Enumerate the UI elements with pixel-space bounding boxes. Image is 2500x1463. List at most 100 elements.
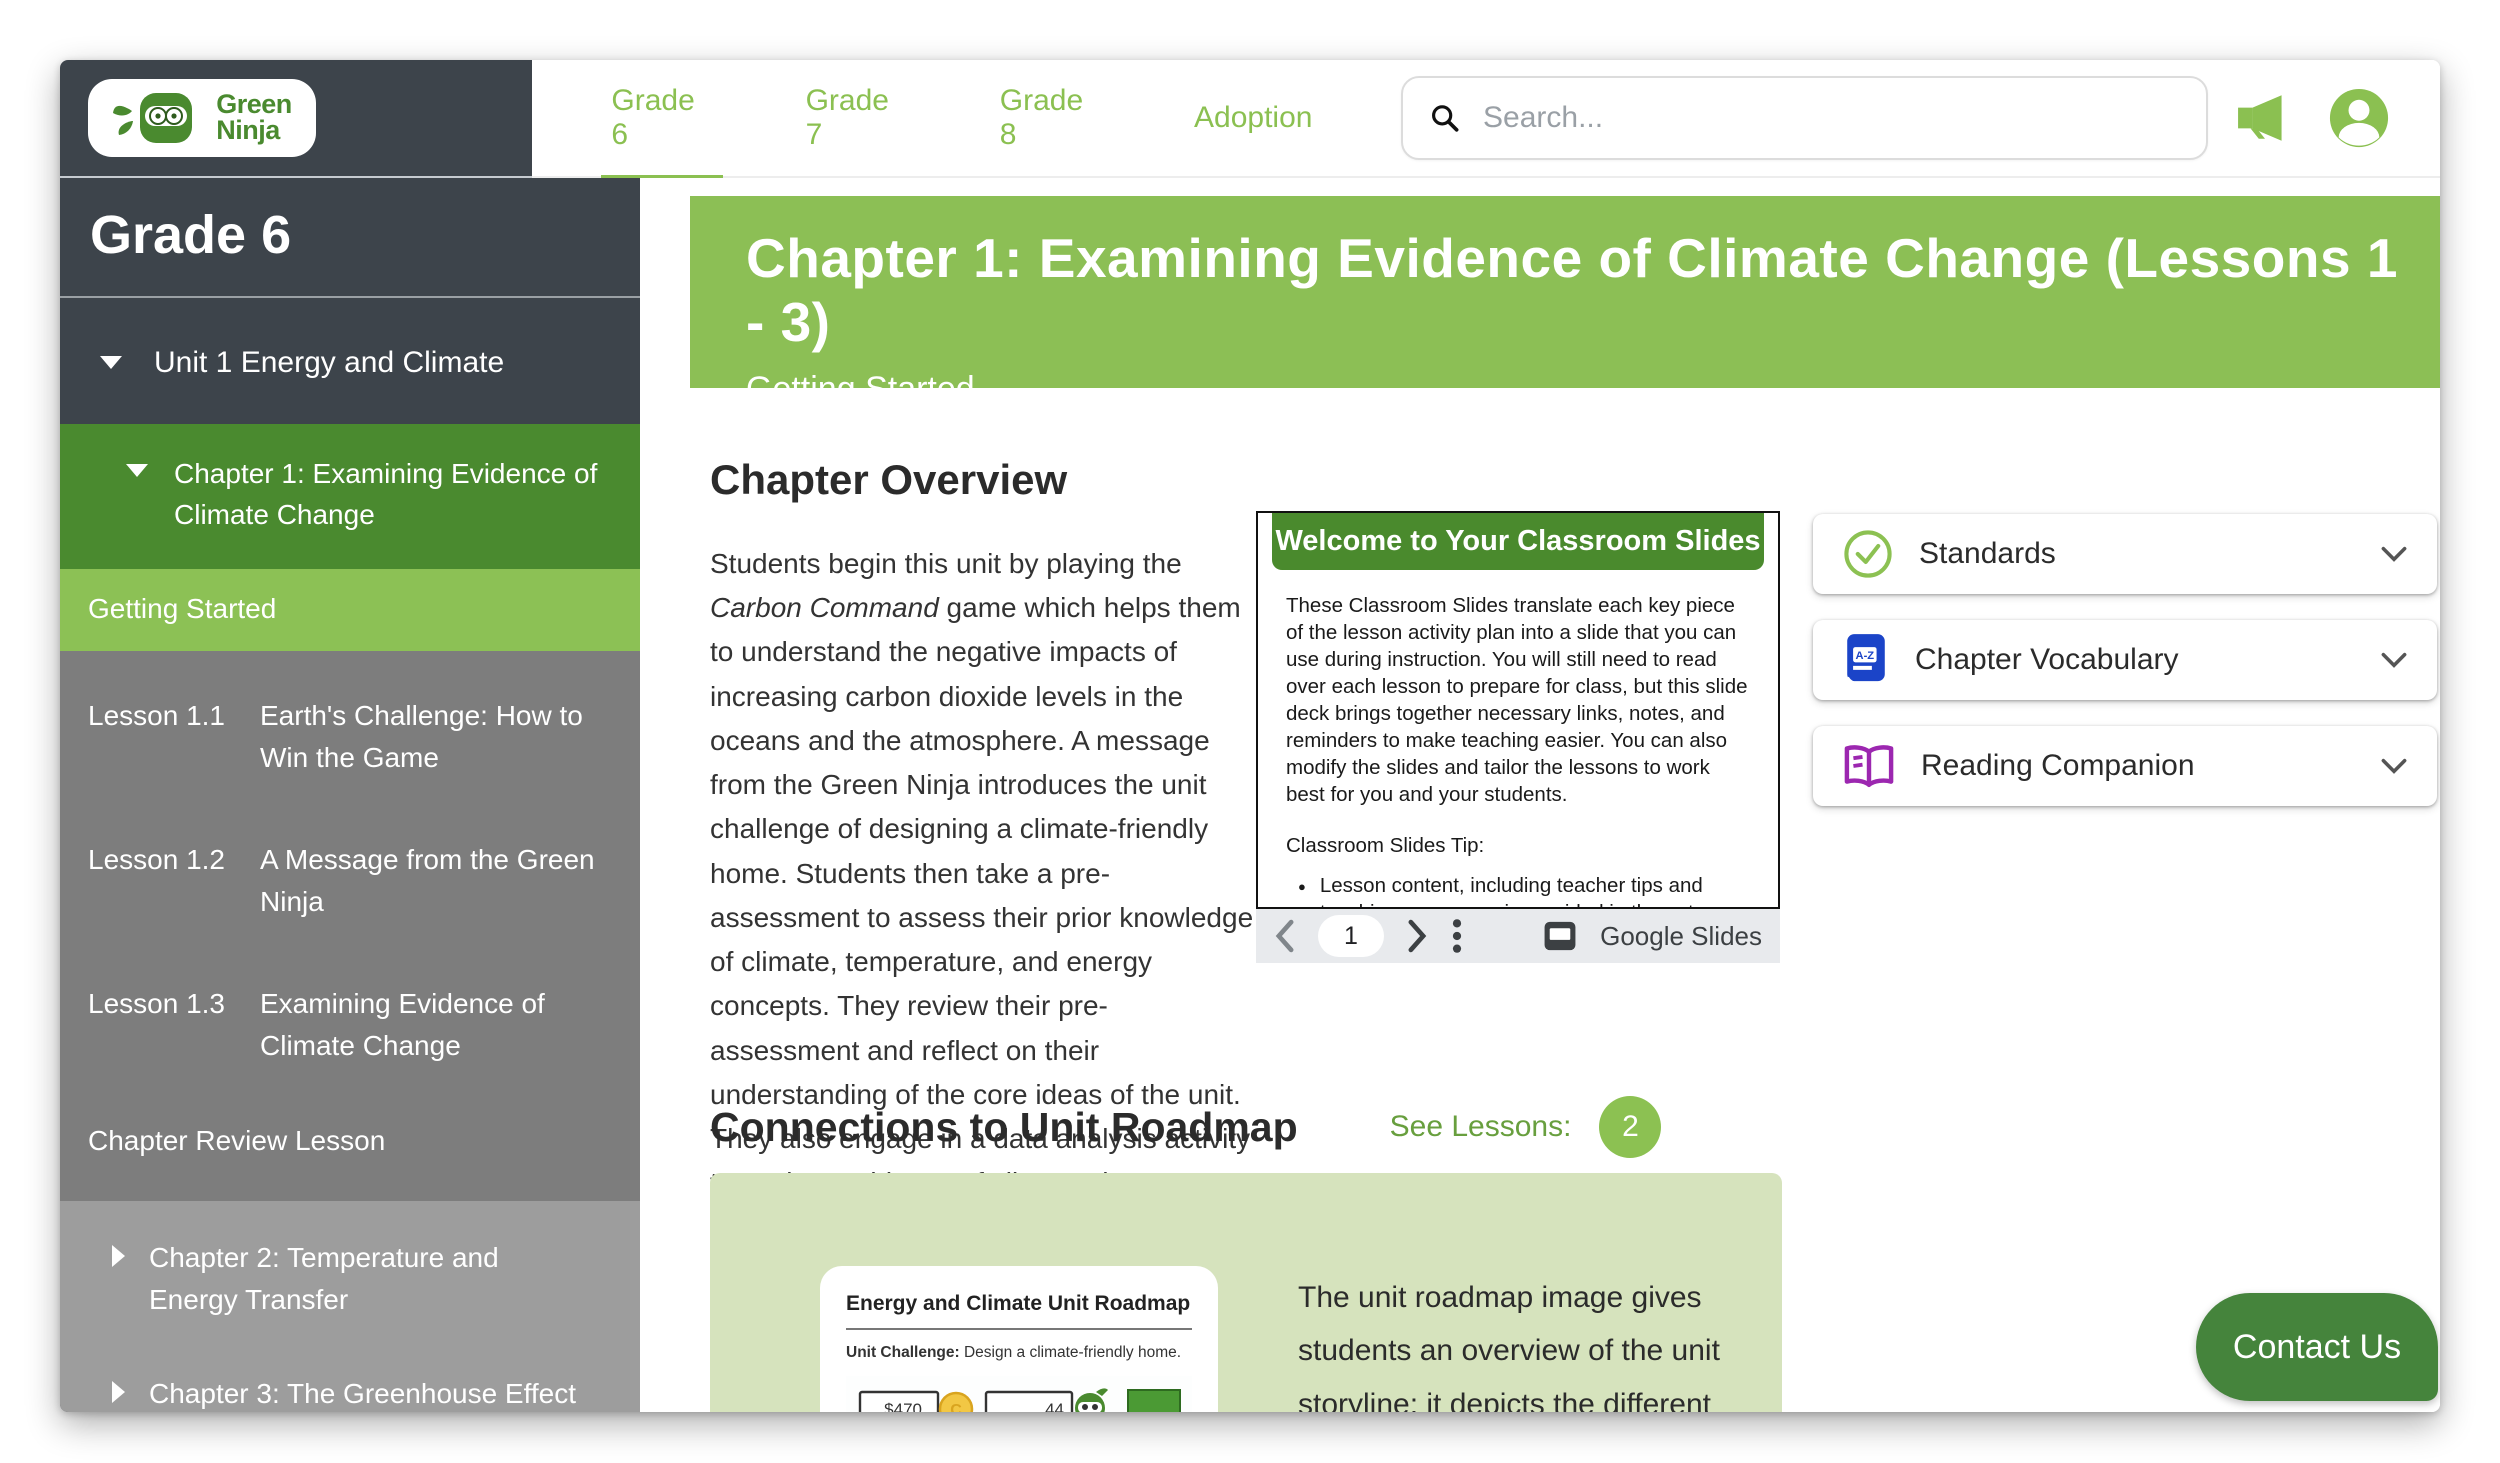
- slide-tip-label: Classroom Slides Tip:: [1258, 808, 1778, 858]
- tab-grade-6[interactable]: Grade 6: [607, 60, 716, 190]
- tab-label: Grade 6: [611, 84, 694, 151]
- google-slides-link[interactable]: Google Slides: [1600, 921, 1762, 952]
- app-window: Green Ninja Grade 6 Grade 7 Grade 8 Adop…: [60, 60, 2440, 1412]
- overview-text: Students begin this unit by playing the: [710, 548, 1182, 579]
- lesson-code: Lesson 1.1: [88, 695, 260, 779]
- previous-slide-icon[interactable]: [1274, 919, 1296, 953]
- challenge-label: Unit Challenge:: [846, 1344, 960, 1361]
- connections-section-header: Connections to Unit Roadmap See Lessons:…: [710, 1096, 1661, 1158]
- accordion-chapter-vocabulary[interactable]: A-Z Chapter Vocabulary: [1813, 620, 2437, 700]
- overview-heading: Chapter Overview: [710, 456, 1255, 504]
- challenge-text: Design a climate-friendly home.: [960, 1344, 1181, 1361]
- divider: [846, 1328, 1192, 1330]
- sidebar-item-lesson-1-1[interactable]: Lesson 1.1 Earth's Challenge: How to Win…: [60, 665, 640, 809]
- account-avatar-icon[interactable]: [2328, 87, 2390, 149]
- slide-bullet-text: Lesson content, including teacher tips a…: [1320, 872, 1752, 909]
- tab-grade-8[interactable]: Grade 8: [996, 60, 1105, 190]
- tab-label: Grade 7: [806, 84, 889, 151]
- roadmap-description: The unit roadmap image gives students an…: [1298, 1271, 1768, 1412]
- chapter-1-label: Chapter 1: Examining Evidence of Climate…: [174, 454, 604, 535]
- accordion-label: Chapter Vocabulary: [1915, 643, 2355, 677]
- announcements-megaphone-icon[interactable]: [2236, 93, 2294, 143]
- slides-control-bar: 1 Google Slides: [1256, 909, 1780, 963]
- open-book-icon: [1843, 743, 1895, 789]
- lesson-list: Lesson 1.1 Earth's Challenge: How to Win…: [60, 651, 640, 1201]
- lesson-title: Earth's Challenge: How to Win the Game: [260, 695, 600, 779]
- sidebar-item-chapter-3[interactable]: Chapter 3: The Greenhouse Effect: [60, 1347, 640, 1412]
- lesson-2-badge[interactable]: 2: [1599, 1096, 1661, 1158]
- next-slide-icon[interactable]: [1406, 919, 1428, 953]
- contact-us-button[interactable]: Contact Us: [2196, 1293, 2438, 1401]
- main-content: Chapter 1: Examining Evidence of Climate…: [640, 178, 2440, 1412]
- svg-text:C: C: [950, 1402, 962, 1412]
- roadmap-title: Energy and Climate Unit Roadmap: [846, 1292, 1192, 1316]
- google-slides-icon: [1542, 918, 1578, 954]
- chapter-label: Chapter 3: The Greenhouse Effect: [149, 1373, 576, 1412]
- main-nav: Grade 6 Grade 7 Grade 8 Adoption: [532, 60, 2440, 178]
- chapter-banner: Chapter 1: Examining Evidence of Climate…: [690, 196, 2440, 388]
- ninja-mascot-icon: [112, 89, 208, 147]
- sidebar-item-lesson-1-2[interactable]: Lesson 1.2 A Message from the Green Ninj…: [60, 809, 640, 953]
- tab-adoption[interactable]: Adoption: [1190, 63, 1316, 173]
- slide-title: Welcome to Your Classroom Slides: [1272, 513, 1764, 570]
- slide-page-number[interactable]: 1: [1318, 915, 1384, 957]
- lesson-code: Lesson 1.3: [88, 983, 260, 1067]
- sidebar-item-unit-1[interactable]: Unit 1 Energy and Climate: [60, 298, 640, 424]
- logo-wordmark: Green Ninja: [216, 92, 292, 143]
- top-icons: [2236, 87, 2400, 149]
- unit-roadmap-illustration: $470 C 44 Carbon Level: GREEN: [846, 1376, 1192, 1412]
- search-box[interactable]: [1401, 76, 2208, 160]
- sidebar: Grade 6 Unit 1 Energy and Climate Chapte…: [60, 178, 640, 1412]
- chevron-down-icon: [2381, 546, 2407, 562]
- page-title: Chapter 1: Examining Evidence of Climate…: [746, 226, 2400, 354]
- search-icon: [1429, 101, 1461, 135]
- lesson-title: Examining Evidence of Climate Change: [260, 983, 600, 1067]
- vocabulary-book-icon: A-Z: [1843, 633, 1889, 687]
- top-bar: Green Ninja Grade 6 Grade 7 Grade 8 Adop…: [60, 60, 2440, 178]
- svg-text:$470: $470: [884, 1400, 922, 1412]
- svg-text:A-Z: A-Z: [1856, 650, 1875, 662]
- resource-accordion: Standards A-Z Chapter Vocabulary: [1813, 514, 2437, 806]
- logo-area: Green Ninja: [60, 60, 532, 178]
- connections-heading: Connections to Unit Roadmap: [710, 1104, 1298, 1151]
- see-lessons-label: See Lessons:: [1390, 1110, 1572, 1144]
- accordion-label: Standards: [1919, 537, 2355, 571]
- carbon-flag: [1128, 1390, 1180, 1412]
- roadmap-challenge: Unit Challenge: Design a climate-friendl…: [846, 1344, 1192, 1362]
- slide-body-text: These Classroom Slides translate each ke…: [1258, 570, 1778, 808]
- sidebar-grade-title: Grade 6: [60, 178, 640, 298]
- sidebar-item-getting-started[interactable]: Getting Started: [60, 569, 640, 651]
- chapter-label: Chapter 2: Temperature and Energy Transf…: [149, 1237, 569, 1321]
- unit-roadmap-card: Energy and Climate Unit Roadmap Unit Cha…: [820, 1266, 1218, 1412]
- sidebar-item-lesson-1-3[interactable]: Lesson 1.3 Examining Evidence of Climate…: [60, 953, 640, 1097]
- tab-grade-7[interactable]: Grade 7: [802, 60, 911, 190]
- accordion-label: Reading Companion: [1921, 749, 2355, 783]
- classroom-slides-embed: Welcome to Your Classroom Slides These C…: [1256, 511, 1780, 963]
- caret-down-icon: [126, 464, 148, 477]
- chevron-down-icon: [2381, 758, 2407, 774]
- slide-bullet-item: ● Lesson content, including teacher tips…: [1258, 858, 1778, 909]
- sidebar-item-chapter-1[interactable]: Chapter 1: Examining Evidence of Climate…: [60, 424, 640, 569]
- accordion-standards[interactable]: Standards: [1813, 514, 2437, 594]
- unit-label: Unit 1 Energy and Climate: [154, 346, 504, 380]
- lesson-title: A Message from the Green Ninja: [260, 839, 620, 923]
- page-subtitle: Getting Started: [746, 370, 2400, 409]
- check-circle-icon: [1843, 529, 1893, 579]
- search-input[interactable]: [1483, 101, 2180, 135]
- caret-right-icon: [112, 1381, 125, 1403]
- overview-italic-text: Carbon Command: [710, 592, 939, 623]
- chapter-list: Chapter 2: Temperature and Energy Transf…: [60, 1201, 640, 1412]
- sidebar-item-chapter-review[interactable]: Chapter Review Lesson: [60, 1097, 640, 1191]
- caret-right-icon: [112, 1245, 125, 1267]
- chevron-down-icon: [2381, 652, 2407, 668]
- slide-frame: Welcome to Your Classroom Slides These C…: [1256, 511, 1780, 909]
- unit-roadmap-carousel: Energy and Climate Unit Roadmap Unit Cha…: [710, 1173, 1782, 1412]
- svg-text:44: 44: [1045, 1400, 1064, 1412]
- slides-menu-icon[interactable]: [1450, 917, 1464, 955]
- caret-down-icon: [100, 356, 122, 369]
- chapter-overview-section: Chapter Overview Students begin this uni…: [710, 456, 1255, 1206]
- sidebar-item-chapter-2[interactable]: Chapter 2: Temperature and Energy Transf…: [60, 1211, 640, 1347]
- green-ninja-logo[interactable]: Green Ninja: [88, 79, 316, 157]
- bullet-icon: ●: [1298, 872, 1306, 909]
- accordion-reading-companion[interactable]: Reading Companion: [1813, 726, 2437, 806]
